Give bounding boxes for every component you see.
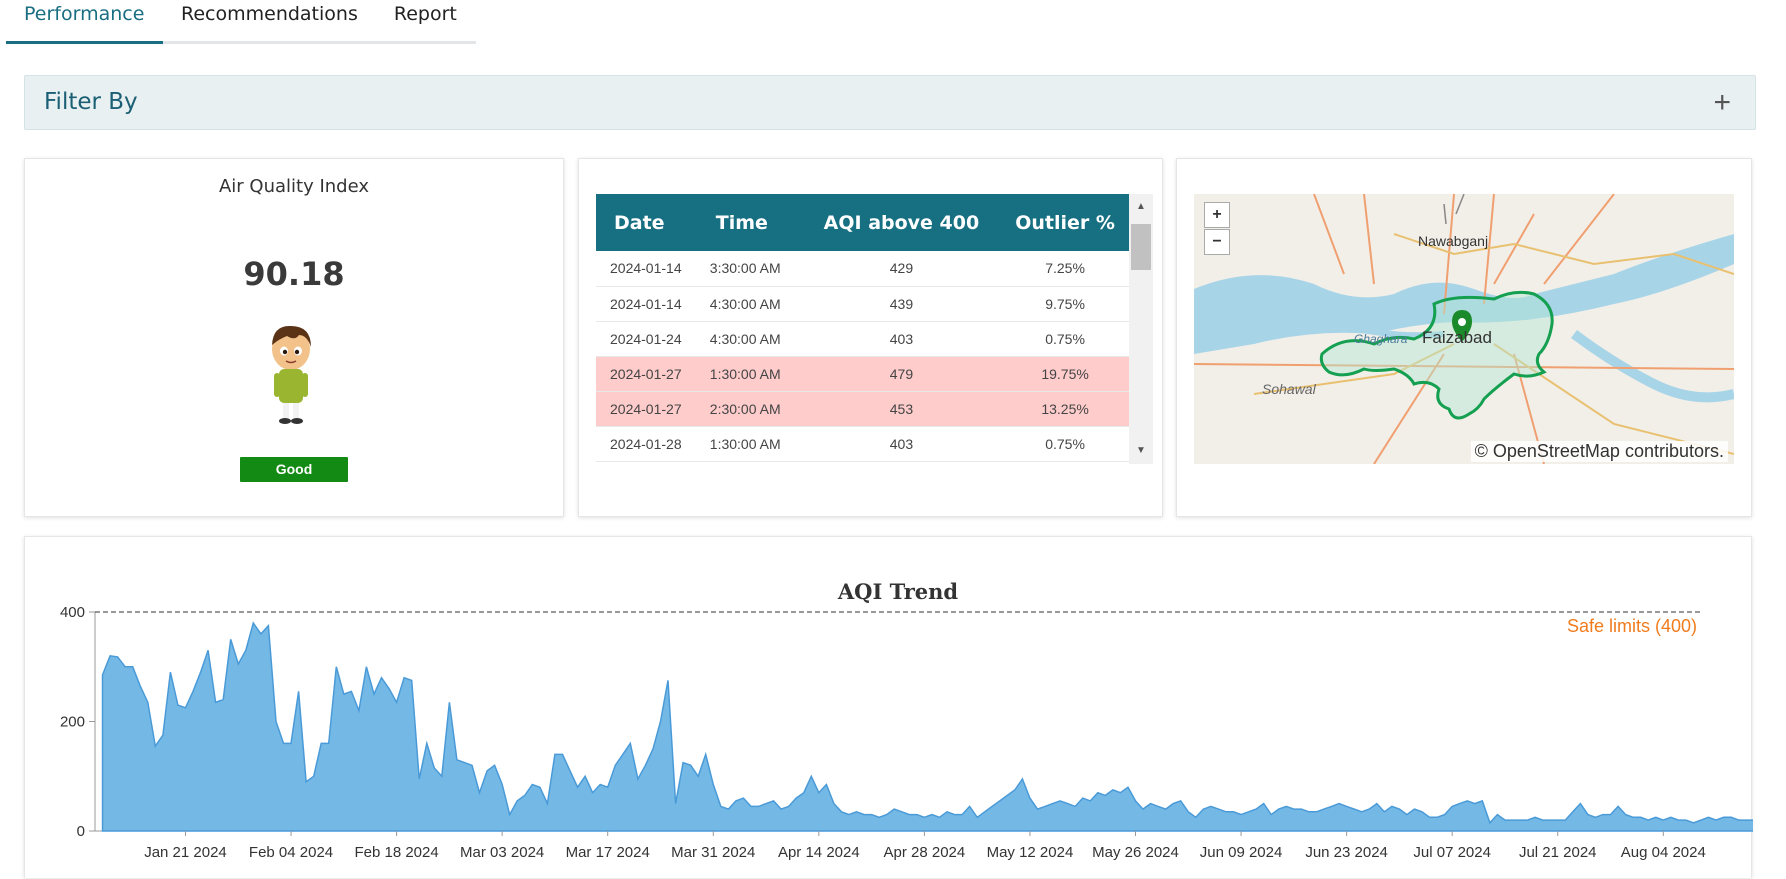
cell-outlier: 0.75% [1001, 321, 1129, 357]
cell-time: 4:30:00 AM [705, 321, 802, 357]
x-tick-label: Apr 14 2024 [778, 844, 860, 861]
aqi-trend-chart: AQI Trend 0 200 400 Safe limits (400) Jan 21 … [60, 579, 1753, 861]
aqi-area-series [101, 621, 1753, 832]
table-scroll-area[interactable]: Date Time AQI above 400 Outlier % 2024-0… [596, 194, 1153, 464]
x-tick-label: Feb 04 2024 [249, 844, 333, 861]
cell-aqi: 479 [801, 356, 1002, 392]
map-label-city: Faizabad [1422, 328, 1492, 347]
status-badge: Good [240, 457, 348, 482]
cell-date: 2024-01-27 [596, 391, 706, 427]
zoom-out-button[interactable]: − [1204, 229, 1230, 255]
y-tick-label: 200 [60, 714, 85, 731]
outlier-table: Date Time AQI above 400 Outlier % 2024-0… [596, 194, 1129, 462]
table-scrollbar[interactable]: ▲ ▼ [1129, 194, 1153, 464]
filter-title: Filter By [44, 89, 138, 115]
y-tick-label: 400 [60, 604, 85, 621]
x-tick-label: Apr 28 2024 [884, 844, 966, 861]
boy-avatar-icon [272, 325, 311, 424]
table-header-row: Date Time AQI above 400 Outlier % [596, 194, 1129, 251]
x-tick-label: Aug 04 2024 [1621, 844, 1706, 861]
cell-time: 2:30:00 AM [705, 391, 802, 427]
tab-bar: Performance Recommendations Report [6, 0, 476, 44]
cell-date: 2024-01-14 [596, 251, 706, 287]
cell-time: 1:30:00 AM [705, 426, 802, 462]
tab-performance[interactable]: Performance [6, 0, 163, 44]
cell-aqi: 453 [801, 391, 1002, 427]
col-time: Time [705, 194, 802, 251]
cell-outlier: 7.25% [1001, 251, 1129, 287]
aqi-value: 90.18 [243, 255, 345, 293]
y-tick-label: 0 [77, 823, 85, 840]
cell-date: 2024-01-24 [596, 321, 706, 357]
scroll-thumb[interactable] [1131, 224, 1151, 270]
cell-outlier: 0.75% [1001, 426, 1129, 462]
filter-panel[interactable]: Filter By + [24, 75, 1756, 130]
cell-time: 1:30:00 AM [705, 356, 802, 392]
aqi-card: Air Quality Index 90.18 Good [24, 158, 564, 517]
tab-report[interactable]: Report [376, 0, 475, 44]
x-tick-label: Jul 07 2024 [1413, 844, 1491, 861]
table-row: 2024-01-14 3:30:00 AM 429 7.25% [596, 251, 1129, 287]
cell-aqi: 403 [801, 426, 1002, 462]
x-tick-label: Mar 03 2024 [460, 844, 544, 861]
cell-outlier: 9.75% [1001, 286, 1129, 322]
x-tick-label: Jun 09 2024 [1200, 844, 1283, 861]
cell-aqi: 403 [801, 321, 1002, 357]
x-tick-label: Jun 23 2024 [1305, 844, 1388, 861]
map-label-ghaghara: Ghaghara [1354, 332, 1408, 346]
cell-outlier: 19.75% [1001, 356, 1129, 392]
map-label-sohawal: Sohawal [1262, 381, 1316, 397]
aqi-trend-card: AQI Trend 0 200 400 Safe limits (400) Jan 21 … [24, 536, 1753, 878]
cell-date: 2024-01-28 [596, 426, 706, 462]
scroll-up-icon[interactable]: ▲ [1129, 198, 1153, 216]
x-tick-label: Mar 17 2024 [566, 844, 650, 861]
x-tick-label: Jul 21 2024 [1519, 844, 1597, 861]
x-tick-label: Jan 21 2024 [144, 844, 227, 861]
tab-recommendations[interactable]: Recommendations [163, 0, 376, 44]
table-row: 2024-01-28 1:30:00 AM 403 0.75% [596, 426, 1129, 462]
cell-aqi: 429 [801, 251, 1002, 287]
map-card: + − Nawabganj Faizabad Sohawal Ghaghara … [1176, 158, 1752, 517]
col-date: Date [596, 194, 706, 251]
table-row: 2024-01-27 1:30:00 AM 479 19.75% [596, 356, 1129, 392]
map-label-nawabganj: Nawabganj [1418, 233, 1489, 249]
x-tick-label: May 26 2024 [1092, 844, 1179, 861]
cell-aqi: 439 [801, 286, 1002, 322]
outlier-table-card: Date Time AQI above 400 Outlier % 2024-0… [578, 158, 1163, 517]
table-row: 2024-01-14 4:30:00 AM 439 9.75% [596, 286, 1129, 322]
map-attribution: © OpenStreetMap contributors. [1470, 441, 1728, 462]
aqi-title: Air Quality Index [218, 176, 370, 197]
expand-filter-icon[interactable]: + [1713, 86, 1731, 120]
cell-outlier: 13.25% [1001, 391, 1129, 427]
table-row: 2024-01-27 2:30:00 AM 453 13.25% [596, 391, 1129, 427]
cell-date: 2024-01-14 [596, 286, 706, 322]
x-tick-label: May 12 2024 [987, 844, 1074, 861]
cell-time: 3:30:00 AM [705, 251, 802, 287]
chart-title: AQI Trend [837, 579, 959, 604]
cell-date: 2024-01-27 [596, 356, 706, 392]
threshold-label: Safe limits (400) [1567, 616, 1697, 636]
x-tick-label: Mar 31 2024 [671, 844, 755, 861]
cell-time: 4:30:00 AM [705, 286, 802, 322]
map[interactable]: + − Nawabganj Faizabad Sohawal Ghaghara … [1194, 194, 1734, 464]
col-outlier-percent: Outlier % [1001, 194, 1129, 251]
zoom-in-button[interactable]: + [1204, 202, 1230, 228]
x-tick-label: Feb 18 2024 [354, 844, 438, 861]
table-row: 2024-01-24 4:30:00 AM 403 0.75% [596, 321, 1129, 357]
scroll-down-icon[interactable]: ▼ [1129, 442, 1153, 460]
col-aqi-above-400: AQI above 400 [801, 194, 1002, 251]
